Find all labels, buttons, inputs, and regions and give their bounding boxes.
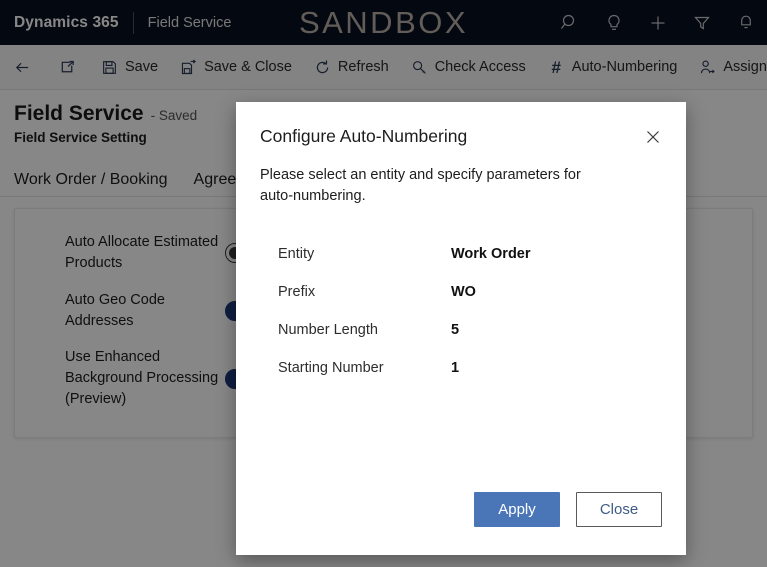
configure-auto-numbering-dialog: Configure Auto-Numbering Please select a… [236,102,686,555]
starting-number-value[interactable]: 1 [451,360,459,376]
dialog-title: Configure Auto-Numbering [260,126,468,146]
field-row-entity: Entity Work Order [278,235,662,273]
starting-number-label: Starting Number [278,360,384,376]
dialog-description: Please select an entity and specify para… [260,167,581,204]
dialog-footer: Apply Close [236,492,686,555]
prefix-label: Prefix [278,284,316,300]
close-button[interactable]: Close [576,492,662,527]
number-length-value[interactable]: 5 [451,322,459,338]
entity-label: Entity [278,246,315,262]
number-length-label: Number Length [278,322,378,338]
close-icon[interactable] [638,122,668,152]
field-row-prefix: Prefix WO [278,273,662,311]
app-root: Dynamics 365 Field Service SANDBOX Save … [0,0,767,567]
dialog-header: Configure Auto-Numbering [236,102,686,147]
field-row-number-length: Number Length 5 [278,311,662,349]
prefix-value[interactable]: WO [451,284,476,300]
apply-button[interactable]: Apply [474,492,560,527]
dialog-form: Entity Work Order Prefix WO Number Lengt… [236,207,686,492]
entity-value[interactable]: Work Order [451,246,531,262]
field-row-starting-number: Starting Number 1 [278,349,662,387]
